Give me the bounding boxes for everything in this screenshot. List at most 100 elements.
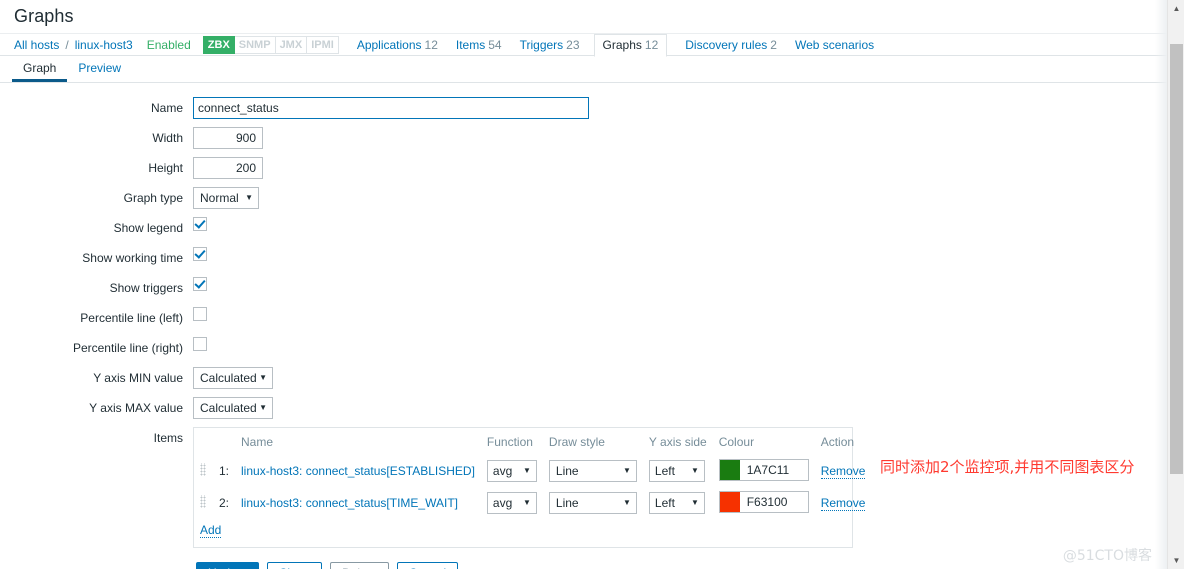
breadcrumb-tab-applications-count: 12 — [424, 37, 438, 52]
form-tabs: Graph Preview — [0, 55, 1184, 83]
colour-hex-value[interactable]: F63100 — [740, 495, 788, 509]
height-label: Height — [148, 161, 183, 175]
breadcrumb-tab-graphs-label: Graphs — [602, 38, 642, 52]
remove-item-link[interactable]: Remove — [820, 464, 866, 479]
items-control: Name Function Draw style Y axis side Col… — [193, 427, 866, 548]
col-header-handle — [194, 428, 213, 455]
colour-hex-value[interactable]: 1A7C11 — [740, 463, 789, 477]
y-max-label: Y axis MAX value — [89, 401, 183, 415]
breadcrumb-tab-discovery-rules-count: 2 — [770, 37, 777, 52]
breadcrumb-host-link[interactable]: linux-host3 — [75, 38, 133, 52]
cancel-button[interactable]: Cancel — [396, 562, 459, 569]
add-cell: Add — [194, 519, 871, 541]
field-row-show-triggers: Show triggers — [0, 277, 1184, 299]
table-row: 1: linux-host3: connect_status[ESTABLISH… — [194, 455, 871, 487]
row-function-cell: avg ▼ — [481, 455, 543, 487]
chevron-down-icon: ▼ — [245, 193, 253, 202]
delete-button[interactable]: Delete — [330, 562, 389, 569]
add-item-link[interactable]: Add — [200, 523, 222, 538]
row-drag-cell — [194, 487, 213, 519]
colour-swatch[interactable] — [719, 492, 740, 512]
breadcrumb-tab-discovery-rules[interactable]: Discovery rules 2 — [685, 38, 777, 52]
items-box: Name Function Draw style Y axis side Col… — [193, 427, 866, 548]
percentile-left-control — [193, 307, 207, 321]
breadcrumb-tab-web-scenarios[interactable]: Web scenarios — [795, 38, 874, 52]
show-triggers-control — [193, 277, 207, 291]
tab-graph[interactable]: Graph — [12, 56, 68, 82]
show-legend-control — [193, 217, 207, 231]
item-name-link[interactable]: linux-host3: connect_status[ESTABLISHED] — [241, 464, 475, 478]
item-function-select[interactable]: avg ▼ — [486, 460, 537, 482]
row-index: 1: — [219, 464, 230, 478]
items-table: Name Function Draw style Y axis side Col… — [194, 428, 871, 541]
field-row-y-max: Y axis MAX value Calculated ▼ — [0, 397, 1184, 419]
graph-height-input[interactable] — [193, 157, 263, 179]
host-status-enabled[interactable]: Enabled — [147, 38, 191, 52]
col-header-action: Action — [820, 435, 855, 449]
colour-swatch[interactable] — [719, 460, 740, 480]
show-legend-checkbox[interactable] — [193, 217, 207, 231]
tab-preview[interactable]: Preview — [67, 56, 132, 82]
drag-handle-icon[interactable] — [200, 495, 207, 508]
y-min-control: Calculated ▼ — [193, 367, 273, 389]
row-function-cell: avg ▼ — [481, 487, 543, 519]
row-action-cell: Remove — [815, 487, 872, 519]
breadcrumb-tab-triggers-label: Triggers — [519, 37, 564, 52]
item-y-axis-side-select[interactable]: Left ▼ — [648, 492, 705, 514]
y-axis-max-select[interactable]: Calculated ▼ — [193, 397, 273, 419]
height-control — [193, 157, 263, 179]
item-draw-style-select[interactable]: Line ▼ — [548, 460, 637, 482]
breadcrumb-tab-items-label: Items — [455, 37, 486, 52]
row-y-axis-side-cell: Left ▼ — [643, 487, 713, 519]
chevron-down-icon: ▼ — [522, 466, 531, 475]
breadcrumb-all-hosts-link[interactable]: All hosts — [14, 38, 59, 52]
graph-name-input[interactable] — [193, 97, 589, 119]
interface-badges: ZBX SNMP JMX IPMI — [202, 35, 339, 54]
item-draw-style-select[interactable]: Line ▼ — [548, 492, 637, 514]
y-axis-min-select[interactable]: Calculated ▼ — [193, 367, 273, 389]
scrollbar-thumb[interactable] — [1170, 44, 1183, 474]
scroll-down-icon[interactable]: ▼ — [1168, 552, 1184, 569]
breadcrumb-separator: / — [65, 37, 69, 52]
field-row-graph-type: Graph type Normal ▼ — [0, 187, 1184, 209]
breadcrumb-tab-items[interactable]: Items 54 — [456, 38, 502, 52]
clone-button[interactable]: Clone — [266, 562, 323, 569]
breadcrumb-tab-applications[interactable]: Applications 12 — [357, 38, 438, 52]
graph-type-select[interactable]: Normal ▼ — [193, 187, 259, 209]
col-header-function: Function — [486, 435, 533, 449]
graph-width-input[interactable] — [193, 127, 263, 149]
breadcrumb-tab-graphs[interactable]: Graphs 12 — [593, 34, 668, 57]
field-row-items: Items Name Function Draw style Y axis si… — [0, 427, 1184, 548]
vertical-scrollbar[interactable]: ▲ ▼ — [1167, 0, 1184, 569]
interface-badge-jmx: JMX — [275, 35, 308, 54]
percentile-left-checkbox[interactable] — [193, 307, 207, 321]
name-control — [193, 97, 589, 119]
item-colour-picker[interactable]: F63100 — [718, 491, 809, 513]
items-table-header-row: Name Function Draw style Y axis side Col… — [194, 428, 871, 455]
items-table-head: Name Function Draw style Y axis side Col… — [194, 428, 871, 455]
item-function-select[interactable]: avg ▼ — [486, 492, 537, 514]
field-row-name: Name — [0, 97, 1184, 119]
page-header: Graphs — [0, 0, 1184, 33]
row-name-cell: linux-host3: connect_status[TIME_WAIT] — [235, 487, 481, 519]
breadcrumb-tab-graphs-count: 12 — [644, 38, 659, 52]
field-row-y-min: Y axis MIN value Calculated ▼ — [0, 367, 1184, 389]
show-triggers-checkbox[interactable] — [193, 277, 207, 291]
breadcrumb-tab-web-scenarios-label: Web scenarios — [794, 37, 875, 52]
row-drag-cell — [194, 455, 213, 487]
item-name-link[interactable]: linux-host3: connect_status[TIME_WAIT] — [241, 496, 458, 510]
items-add-row: Add — [194, 519, 871, 541]
interface-badge-snmp: SNMP — [234, 35, 276, 54]
breadcrumb-tab-triggers[interactable]: Triggers 23 — [520, 38, 580, 52]
percentile-left-label: Percentile line (left) — [80, 311, 183, 325]
percentile-right-checkbox[interactable] — [193, 337, 207, 351]
show-working-time-checkbox[interactable] — [193, 247, 207, 261]
item-y-axis-side-select[interactable]: Left ▼ — [648, 460, 705, 482]
drag-handle-icon[interactable] — [200, 463, 207, 476]
update-button[interactable]: Update — [196, 562, 259, 569]
item-colour-picker[interactable]: 1A7C11 — [718, 459, 809, 481]
scroll-up-icon[interactable]: ▲ — [1168, 0, 1184, 17]
chevron-down-icon: ▼ — [259, 403, 267, 412]
chevron-down-icon: ▼ — [622, 498, 631, 507]
remove-item-link[interactable]: Remove — [820, 496, 866, 511]
